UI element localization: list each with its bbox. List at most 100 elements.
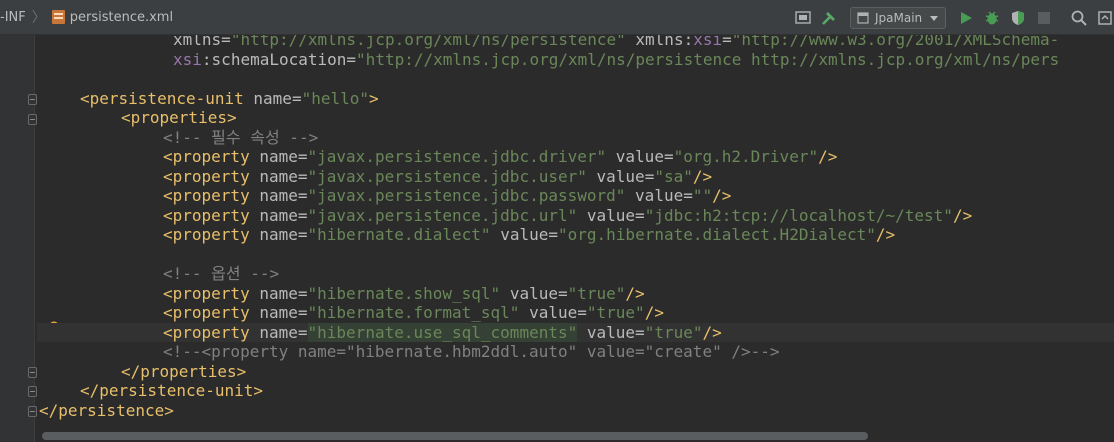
- application-icon: [857, 12, 869, 24]
- property-tag-end: />: [875, 225, 896, 244]
- xmlns-value: "http://xmlns.jcp.org/xml/ns/persistence…: [230, 35, 626, 49]
- build-icon[interactable]: [790, 5, 816, 31]
- property-value-attr: value: [586, 205, 636, 225]
- chevron-down-icon: [930, 16, 938, 21]
- property-name-value: "hibernate.show_sql": [307, 283, 501, 303]
- property-tag-end: />: [952, 205, 973, 225]
- property-value-attr: value: [615, 147, 664, 166]
- property-name-attr: name: [259, 283, 298, 303]
- persistence-unit-name-value: "hello": [301, 88, 370, 108]
- property-tag-end: />: [702, 322, 722, 342]
- property-line: <property name="javax.persistence.jdbc.p…: [163, 186, 732, 205]
- property-tag-end: />: [625, 283, 645, 303]
- code-line-xmlns: xmlns="http://xmlns.jcp.org/xml/ns/persi…: [173, 35, 1059, 50]
- xmlns-xsi-attr: xmlns: [635, 35, 684, 49]
- property-line: <property name="javax.persistence.jdbc.u…: [163, 205, 973, 225]
- code-line-persistence-close: </persistence>: [39, 401, 174, 421]
- property-name-attr: name: [259, 225, 298, 244]
- property-line: <property name="hibernate.show_sql" valu…: [163, 283, 645, 303]
- xmlns-attr: xmlns: [173, 35, 222, 49]
- debug-icon[interactable]: [979, 5, 1005, 31]
- run-icon[interactable]: [953, 5, 979, 31]
- code-line-properties-close: </properties>: [121, 362, 246, 382]
- breadcrumb-file[interactable]: persistence.xml: [70, 10, 173, 25]
- property-value-attr: value: [586, 322, 636, 342]
- property-value: "true": [644, 322, 703, 342]
- property-name-value: "javax.persistence.jdbc.driver": [307, 147, 607, 166]
- property-name-attr: name: [259, 186, 298, 205]
- xsi-prefix-2: xsi: [173, 49, 202, 69]
- code-line-properties-open: <properties>: [121, 108, 237, 128]
- property-value: "true": [586, 303, 645, 322]
- property-tag-end: />: [644, 303, 664, 322]
- property-value: "jdbc:h2:tcp://localhost/~/test": [644, 205, 953, 225]
- property-value: "org.hibernate.dialect.H2Dialect": [558, 225, 876, 244]
- property-line: <property name="hibernate.format_sql" va…: [163, 303, 664, 322]
- property-tag: <property: [163, 283, 250, 303]
- property-value: "true": [567, 283, 626, 303]
- breadcrumb-separator: 〉: [31, 10, 46, 26]
- xsi-prefix: xsi: [693, 35, 723, 49]
- schema-location-value: "http://xmlns.jcp.org/xml/ns/persistence…: [356, 49, 1060, 69]
- fold-marker-persistence-unit[interactable]: [28, 94, 37, 105]
- horizontal-scrollbar-thumb[interactable]: [42, 432, 868, 440]
- property-tag: <property: [163, 303, 250, 322]
- ide-update-icon[interactable]: [1092, 5, 1114, 31]
- code-line-schema-location: xsi:schemaLocation="http://xmlns.jcp.org…: [173, 49, 1060, 69]
- property-tag-end: />: [692, 166, 713, 186]
- property-name-attr: name: [259, 205, 298, 225]
- property-tag: <property: [163, 205, 250, 225]
- property-tag-end: />: [818, 147, 838, 166]
- property-name-value: "hibernate.dialect": [307, 225, 491, 244]
- code-line-options-comment: <!-- 옵션 -->: [163, 264, 280, 283]
- property-name-value: "hibernate.use_sql_comments": [307, 322, 578, 342]
- persistence-close-tag: </persistence>: [39, 400, 174, 420]
- property-tag-end: />: [712, 186, 732, 205]
- property-name-value: "javax.persistence.jdbc.url": [307, 205, 578, 225]
- property-value-attr: value: [509, 283, 558, 303]
- property-name-attr: name: [259, 166, 298, 186]
- code-line-persistence-unit: <persistence-unit name="hello">: [80, 88, 379, 108]
- property-value: "": [692, 186, 713, 205]
- property-name-attr: name: [259, 147, 298, 166]
- property-line: <property name="hibernate.use_sql_commen…: [37, 322, 1114, 342]
- coverage-icon[interactable]: [1005, 5, 1031, 31]
- persistence-unit-name-attr: name: [253, 88, 292, 108]
- property-tag: <property: [163, 147, 250, 166]
- property-name-value: "hibernate.format_sql": [307, 303, 520, 322]
- property-tag: <property: [163, 322, 250, 342]
- properties-close-tag: </properties>: [121, 361, 247, 381]
- property-name-value: "javax.persistence.jdbc.password": [307, 186, 626, 205]
- property-name-value: "javax.persistence.jdbc.user": [307, 166, 587, 186]
- navigation-bar: -INF 〉 persistence.xml JpaMain: [0, 0, 1114, 35]
- fold-end-marker-properties[interactable]: [28, 367, 37, 378]
- hammer-icon[interactable]: [816, 5, 842, 31]
- property-value-attr: value: [635, 186, 684, 205]
- xmlns-xsi-value: "http://www.w3.org/2001/XMLSchema-: [731, 35, 1060, 49]
- property-tag: <property: [163, 225, 250, 244]
- run-configuration-select[interactable]: JpaMain: [850, 7, 946, 29]
- code-editor[interactable]: xmlns="http://xmlns.jcp.org/xml/ns/persi…: [37, 35, 1114, 432]
- properties-open-tag: <properties>: [121, 108, 237, 127]
- schema-location-attr: schemaLocation: [211, 49, 347, 69]
- property-tag: <property: [163, 166, 250, 186]
- fold-end-marker-persistence-unit[interactable]: [28, 386, 37, 397]
- search-icon[interactable]: [1066, 5, 1092, 31]
- property-tag: <property: [163, 186, 250, 205]
- property-value: "sa": [654, 166, 693, 186]
- breadcrumb-parent[interactable]: -INF: [0, 10, 26, 25]
- code-line-hbm2ddl-comment: <!--<property name="hibernate.hbm2ddl.au…: [163, 342, 780, 361]
- property-value-attr: value: [500, 225, 549, 244]
- property-name-attr: name: [259, 303, 298, 322]
- property-line: <property name="javax.persistence.jdbc.d…: [163, 147, 838, 166]
- property-line: <property name="javax.persistence.jdbc.u…: [163, 166, 713, 186]
- code-line-required-comment: <!-- 필수 속성 -->: [163, 127, 319, 147]
- persistence-unit-open-tag: <persistence-unit: [80, 88, 244, 108]
- persistence-unit-close-tag: </persistence-unit>: [80, 381, 264, 400]
- property-value: "org.h2.Driver": [673, 147, 819, 166]
- property-value-attr: value: [596, 166, 645, 186]
- fold-marker-properties[interactable]: [28, 114, 37, 125]
- code-line-persistence-unit-close: </persistence-unit>: [80, 381, 263, 401]
- fold-end-marker-persistence[interactable]: [28, 406, 37, 417]
- stop-icon[interactable]: [1031, 5, 1057, 31]
